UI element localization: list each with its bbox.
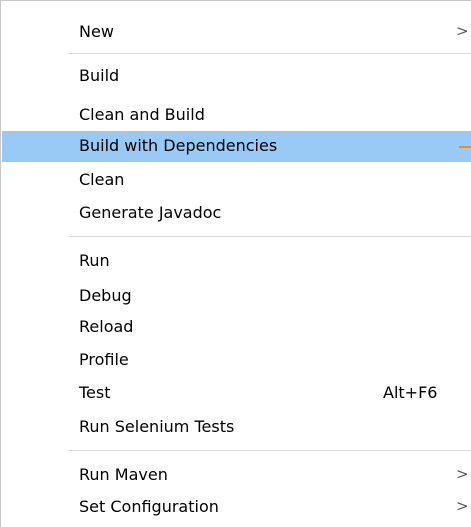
menu-item-build-with-dependencies[interactable]: Build with Dependencies — [2, 131, 471, 162]
menu-item-generate-javadoc[interactable]: Generate Javadoc — [1, 198, 471, 229]
menu-separator — [69, 236, 471, 237]
menu-item-label: Reload — [79, 317, 134, 336]
menu-item-label: New — [79, 22, 114, 41]
menu-item-new[interactable]: New > — [1, 17, 471, 48]
menu-separator — [69, 450, 471, 451]
menu-item-label: Run Selenium Tests — [79, 417, 235, 436]
menu-item-label: Build — [79, 66, 120, 85]
menu-item-label: Generate Javadoc — [79, 203, 222, 222]
menu-item-clean[interactable]: Clean — [1, 165, 471, 196]
menu-item-label: Profile — [79, 350, 129, 369]
menu-item-label: Build with Dependencies — [79, 136, 278, 155]
menu-item-set-configuration[interactable]: Set Configuration > — [1, 492, 471, 523]
menu-item-label: Clean — [79, 170, 125, 189]
menu-item-label: Clean and Build — [79, 105, 205, 124]
context-menu: New > Build Clean and Build Build with D… — [0, 0, 471, 527]
menu-item-debug[interactable]: Debug — [1, 281, 471, 312]
menu-separator — [69, 53, 471, 54]
menu-item-build[interactable]: Build — [1, 61, 471, 92]
menu-item-run-selenium-tests[interactable]: Run Selenium Tests — [1, 412, 471, 443]
menu-item-clean-and-build[interactable]: Clean and Build — [1, 100, 471, 131]
menu-item-label: Run Maven — [79, 465, 168, 484]
menu-item-run-maven[interactable]: Run Maven > — [1, 460, 471, 491]
menu-item-test[interactable]: Test Alt+F6 — [1, 378, 471, 409]
menu-item-label: Set Configuration — [79, 497, 219, 516]
shortcut-label: Alt+F6 — [383, 383, 438, 402]
cursor-indicator — [459, 146, 471, 148]
menu-item-reload[interactable]: Reload — [1, 312, 471, 343]
chevron-right-icon: > — [456, 497, 469, 515]
chevron-right-icon: > — [456, 22, 469, 40]
menu-item-profile[interactable]: Profile — [1, 345, 471, 376]
menu-item-label: Run — [79, 251, 110, 270]
chevron-right-icon: > — [456, 465, 469, 483]
menu-item-label: Debug — [79, 286, 132, 305]
menu-item-run[interactable]: Run — [1, 246, 471, 277]
menu-item-label: Test — [79, 383, 111, 402]
